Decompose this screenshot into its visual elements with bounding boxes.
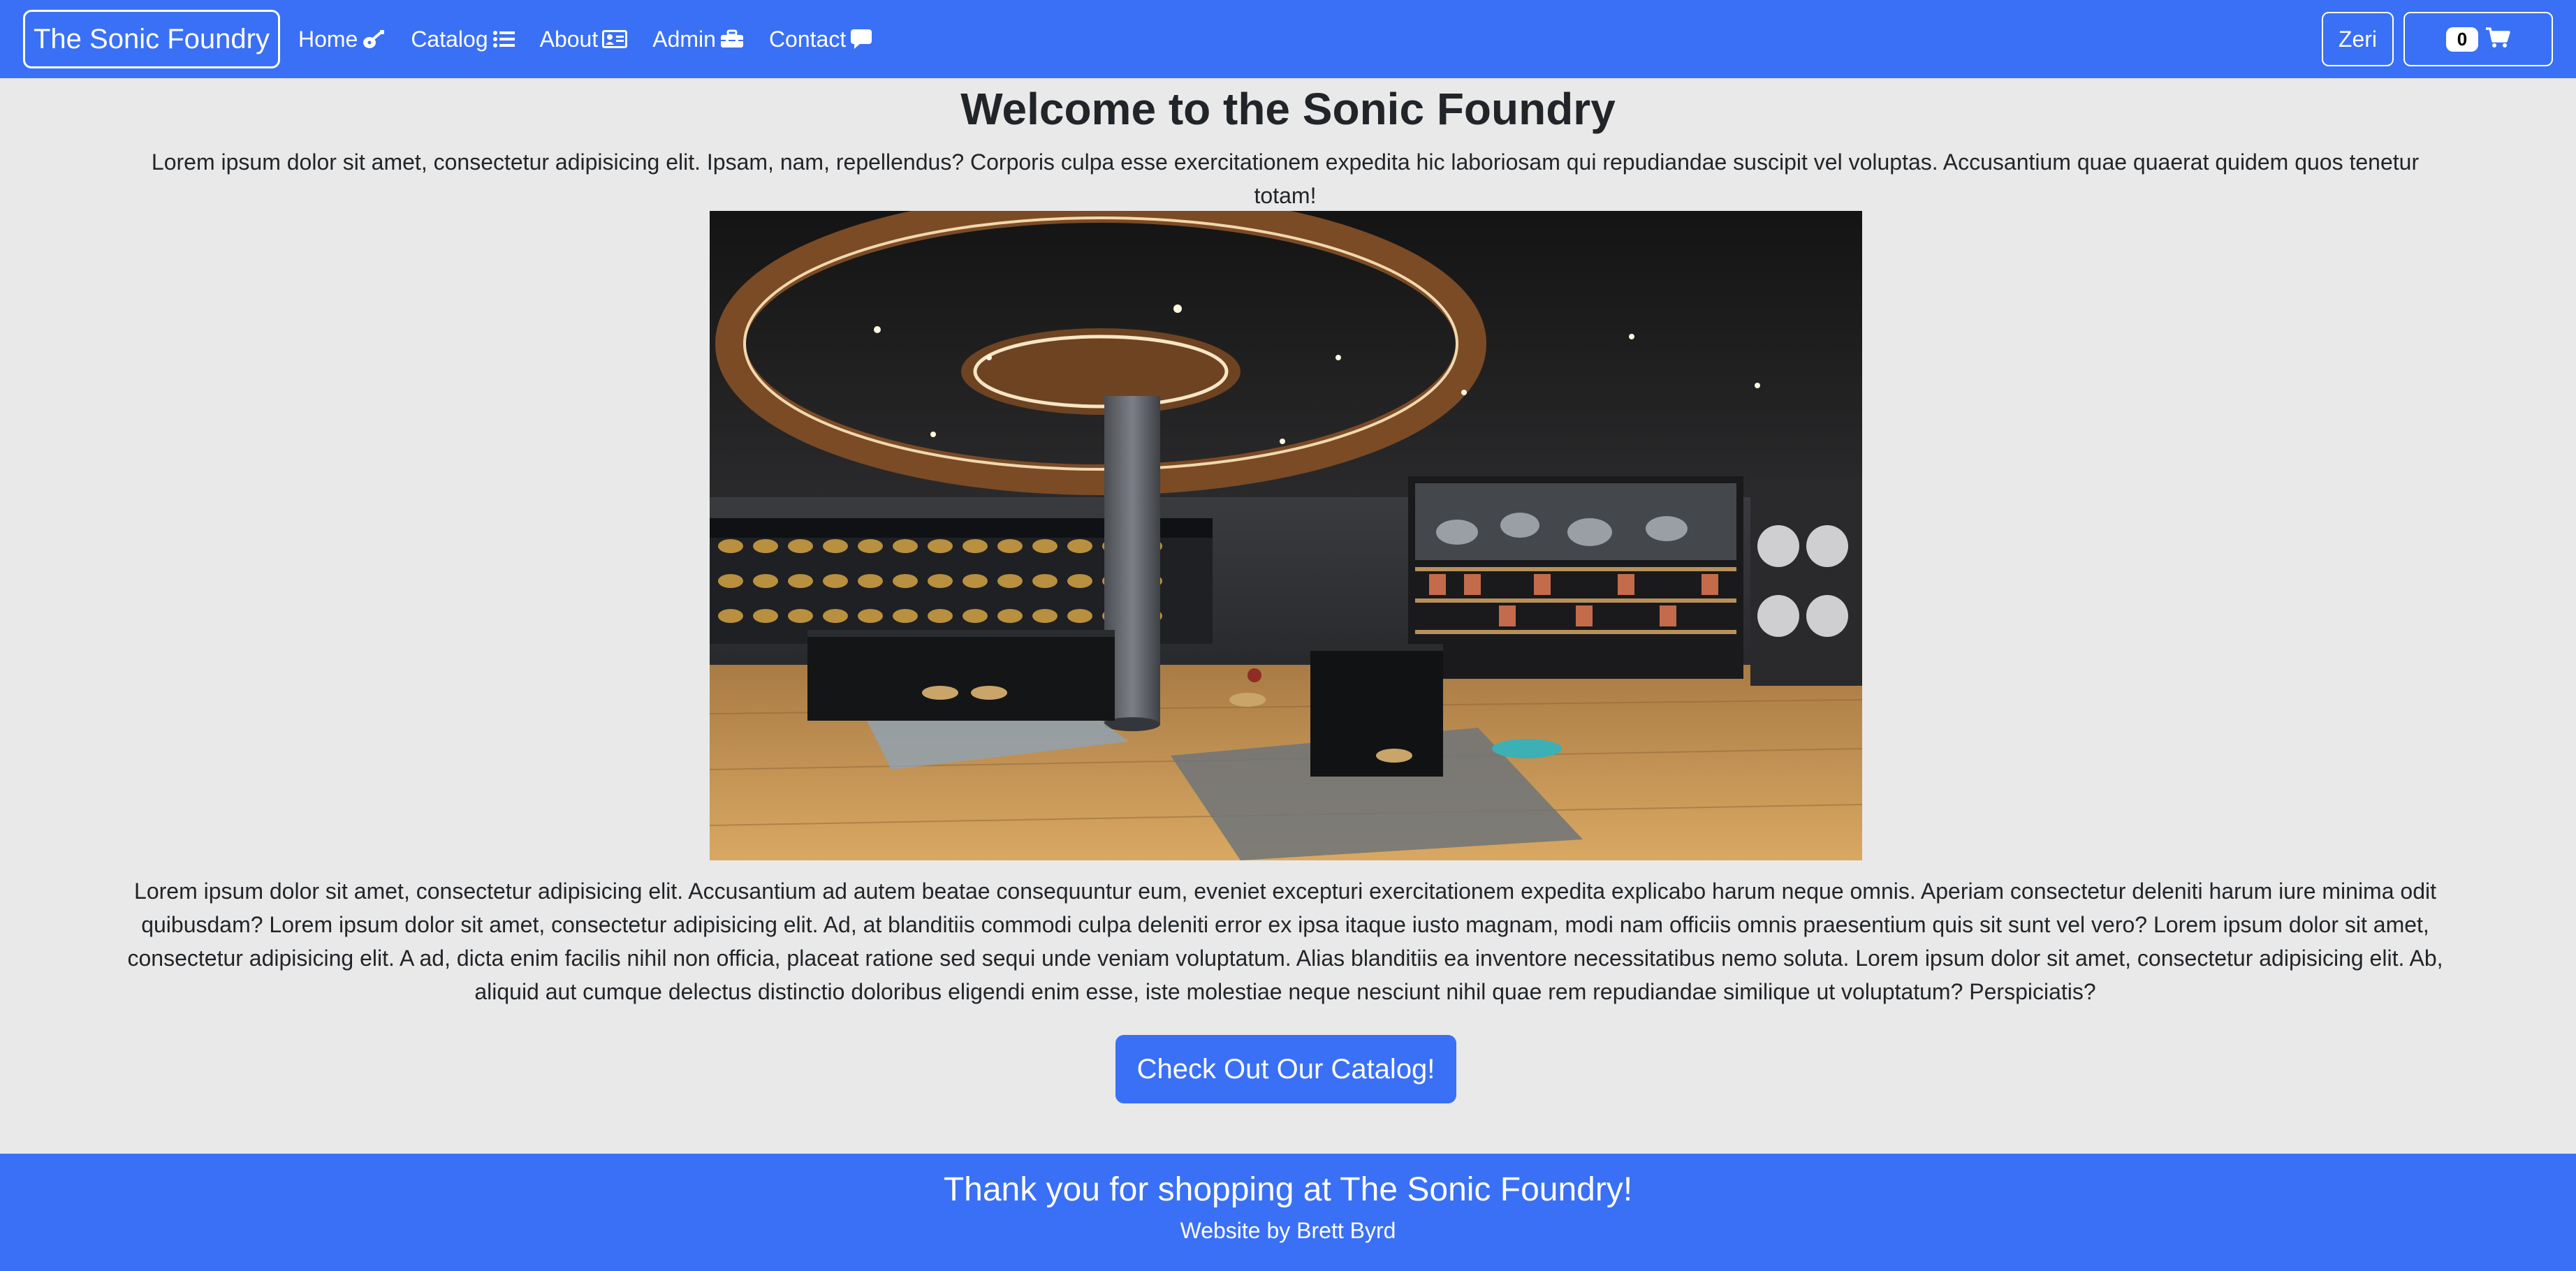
catalog-cta-button[interactable]: Check Out Our Catalog! <box>1115 1035 1456 1103</box>
navbar: The Sonic Foundry Home Catalog About Adm… <box>0 0 2576 78</box>
intro-paragraph: Lorem ipsum dolor sit amet, consectetur … <box>151 149 2420 208</box>
id-card-icon <box>602 29 628 49</box>
nav-link-about-label: About <box>539 26 599 52</box>
user-button[interactable]: Zeri <box>2321 12 2394 66</box>
nav-link-about[interactable]: About <box>540 27 628 52</box>
cart-count-badge: 0 <box>2445 27 2479 52</box>
nav-link-admin-label: Admin <box>652 26 716 52</box>
nav-link-admin[interactable]: Admin <box>652 27 744 52</box>
nav-link-home-label: Home <box>298 26 358 52</box>
nav-links: Home Catalog About Admin Contact <box>298 27 898 52</box>
cart-icon <box>2485 27 2510 52</box>
body-paragraph: Lorem ipsum dolor sit amet, consectetur … <box>127 879 2443 1004</box>
nav-link-contact[interactable]: Contact <box>769 27 872 52</box>
footer-credit: Website by Brett Byrd <box>1180 1218 1396 1243</box>
list-icon <box>492 29 515 49</box>
nav-right: Zeri 0 <box>2321 12 2553 66</box>
comment-icon <box>850 29 872 50</box>
brand-link[interactable]: The Sonic Foundry <box>23 10 280 68</box>
page-title: Welcome to the Sonic Foundry <box>960 84 1616 134</box>
toolbox-icon <box>720 29 744 49</box>
page: The Sonic Foundry Home Catalog About Adm… <box>0 0 2576 1271</box>
footer-title: Thank you for shopping at The Sonic Foun… <box>943 1171 1633 1208</box>
nav-link-catalog[interactable]: Catalog <box>411 26 515 52</box>
cart-button[interactable]: 0 <box>2403 12 2553 66</box>
guitar-icon <box>362 29 386 50</box>
nav-link-contact-label: Contact <box>768 26 847 52</box>
main-content: Welcome to the Sonic Foundry Lorem ipsum… <box>0 78 2576 1154</box>
nav-link-catalog-label: Catalog <box>411 26 488 52</box>
nav-link-home[interactable]: Home <box>298 27 386 52</box>
footer: Thank you for shopping at The Sonic Foun… <box>0 1154 2576 1271</box>
store-interior-image <box>710 211 1862 860</box>
